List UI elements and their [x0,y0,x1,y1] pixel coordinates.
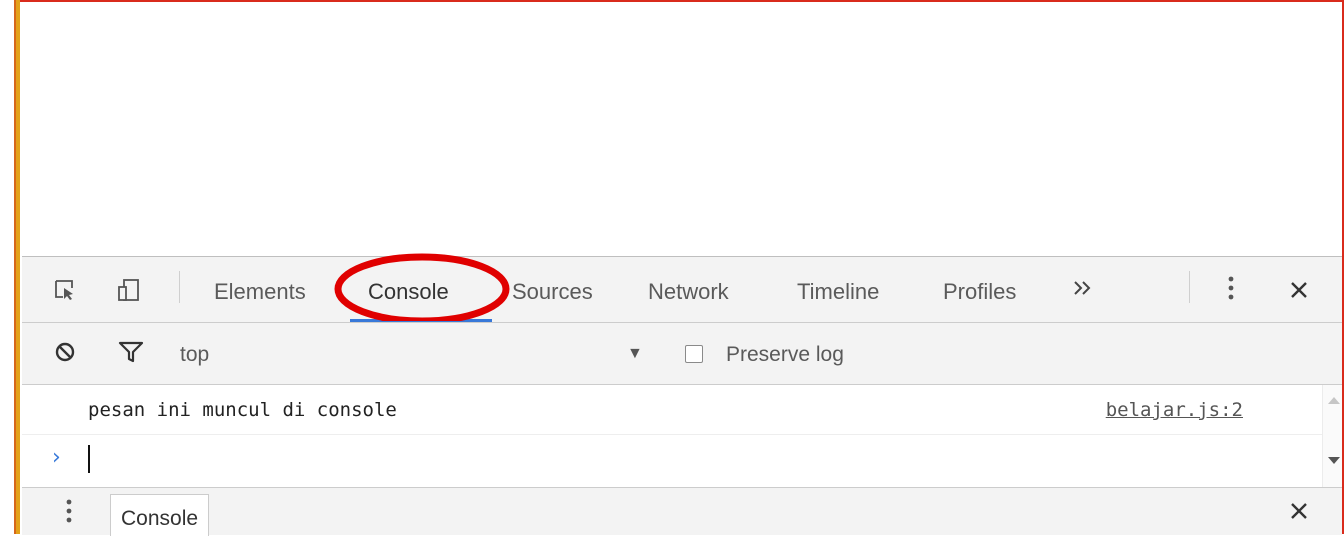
clear-console-icon[interactable] [54,341,76,363]
console-prompt[interactable]: › [22,435,1322,481]
console-scrollbar[interactable] [1322,385,1342,487]
tab-elements[interactable]: Elements [214,279,306,305]
dropdown-arrow-icon[interactable]: ▼ [627,345,643,363]
active-tab-indicator [350,319,492,322]
console-message-text: pesan ini muncul di console [88,399,397,421]
vertical-ellipsis-icon[interactable] [1220,275,1242,300]
tab-sources[interactable]: Sources [512,279,593,305]
inspect-element-icon[interactable] [54,279,76,301]
drawer-tab-console[interactable]: Console [110,494,210,536]
toolbar-divider [179,271,180,303]
devtools-tabbar: Elements Console Sources Network Timelin… [22,253,1342,323]
tab-network[interactable]: Network [648,279,729,305]
toolbar-divider-right [1189,271,1190,303]
preserve-log-checkbox[interactable] [685,345,703,363]
console-message-source-link[interactable]: belajar.js:2 [1106,399,1243,421]
prompt-chevron-icon: › [52,445,61,470]
execution-context-select[interactable]: top [180,343,209,367]
device-toolbar-icon[interactable] [118,279,140,301]
console-toolbar: top ▼ Preserve log [22,323,1342,385]
console-messages: pesan ini muncul di console belajar.js:2… [22,385,1322,487]
close-icon[interactable] [1288,279,1310,301]
page-viewport [22,2,1342,256]
preserve-log-label[interactable]: Preserve log [726,343,844,367]
tab-timeline[interactable]: Timeline [797,279,879,305]
devtools-panel: Elements Console Sources Network Timelin… [22,253,1342,536]
console-message: pesan ini muncul di console belajar.js:2 [22,385,1322,435]
devtools-drawer: Console [22,487,1342,536]
tab-profiles[interactable]: Profiles [943,279,1016,305]
drawer-close-icon[interactable] [1288,500,1310,522]
drawer-menu-icon[interactable] [58,498,80,523]
filter-icon[interactable] [118,341,144,363]
scroll-up-arrow-icon[interactable] [1328,397,1340,404]
tab-console[interactable]: Console [368,279,449,305]
screenshot-frame: Elements Console Sources Network Timelin… [0,0,1344,536]
double-chevron-right-icon[interactable] [1072,277,1094,299]
scroll-down-arrow-icon[interactable] [1328,457,1340,464]
browser-edge [14,0,20,534]
text-caret [88,445,90,473]
